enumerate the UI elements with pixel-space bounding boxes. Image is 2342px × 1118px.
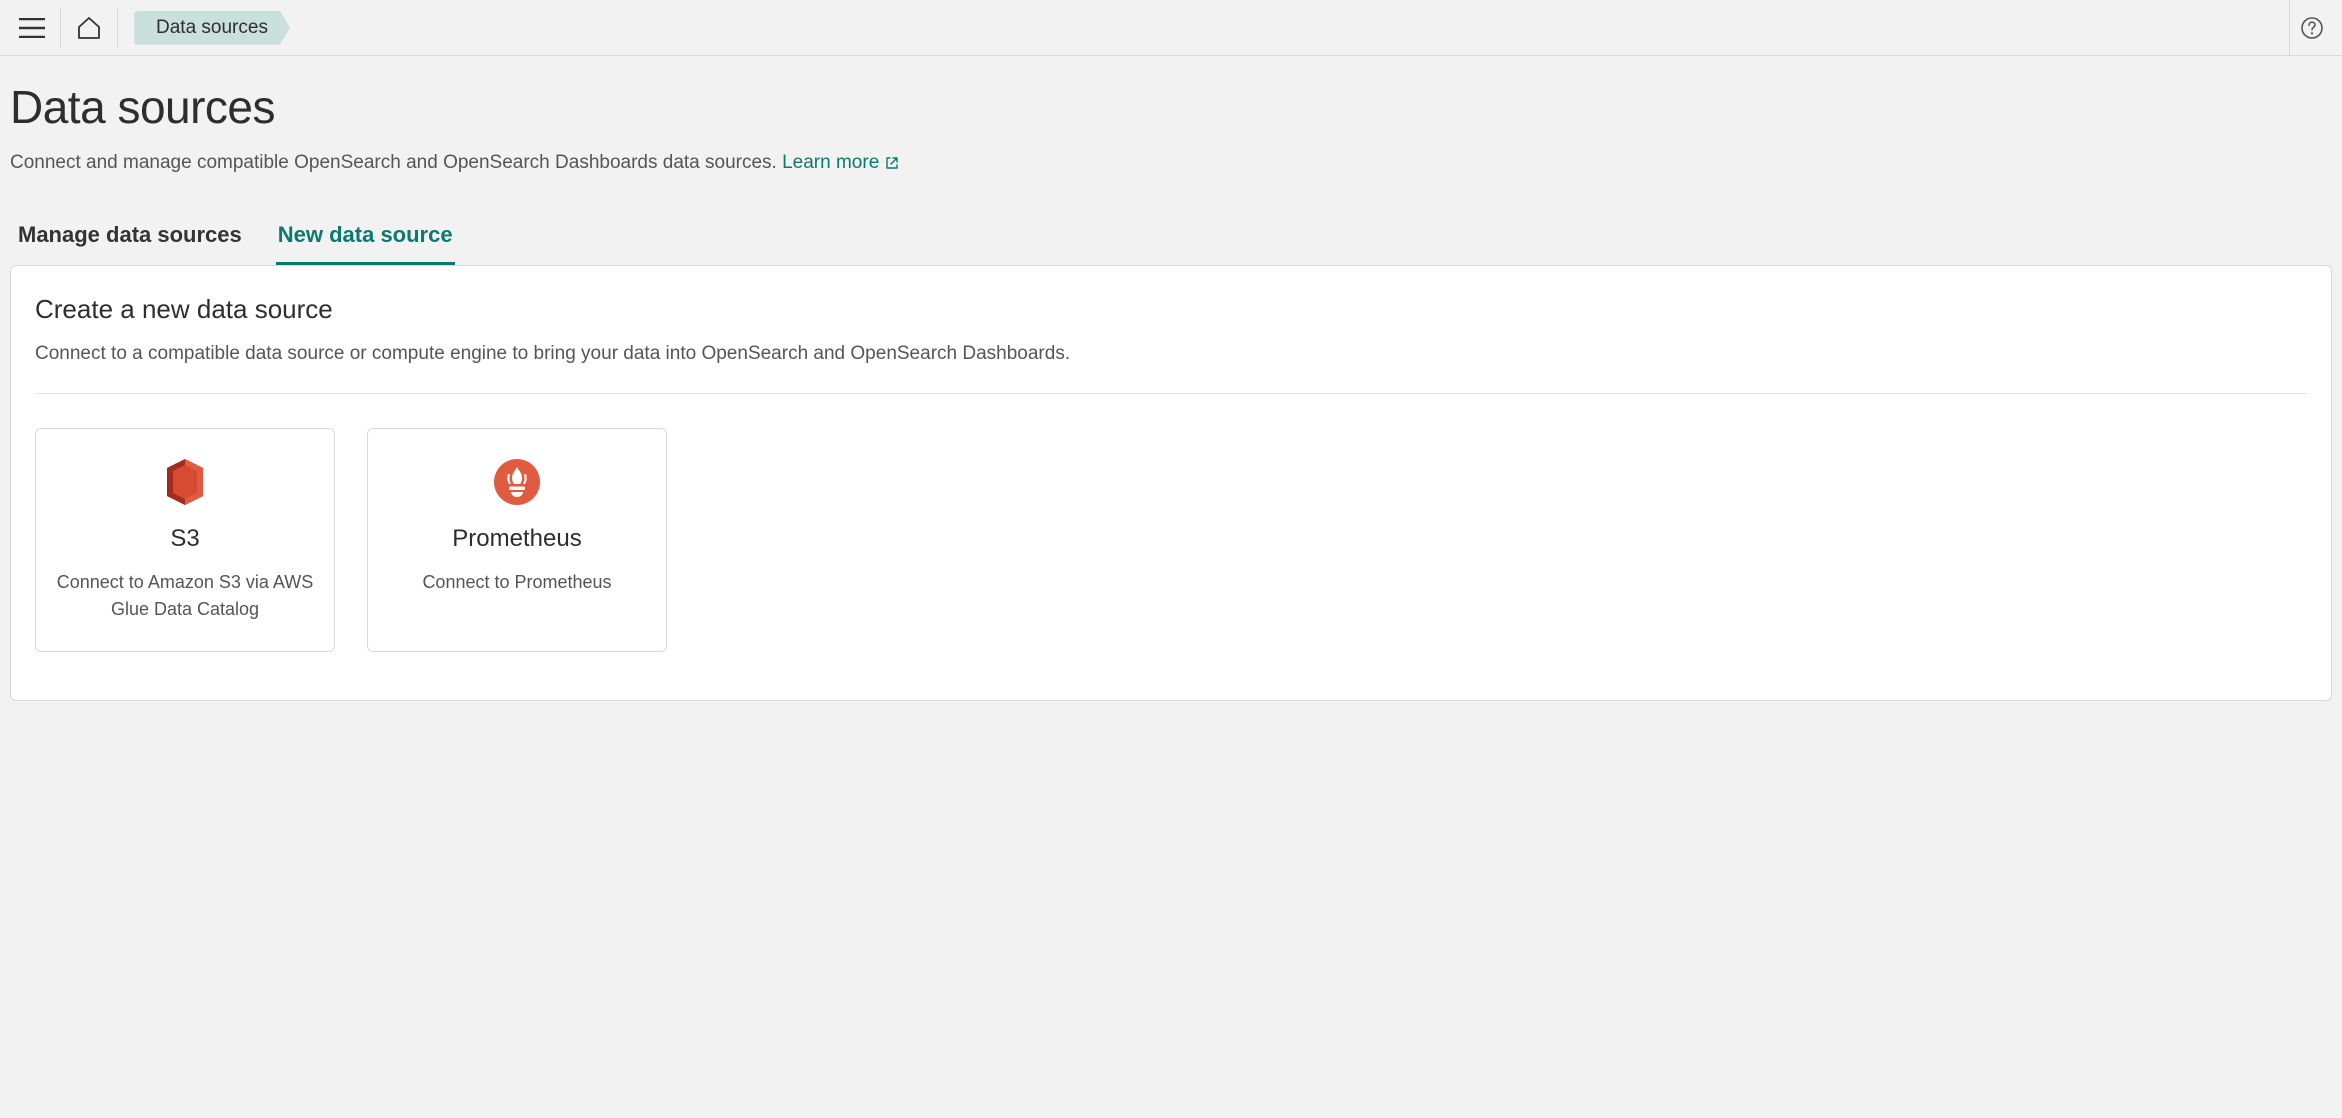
divider — [117, 8, 118, 48]
tab-new-data-source[interactable]: New data source — [276, 214, 455, 265]
page-subtitle: Connect and manage compatible OpenSearch… — [10, 152, 2332, 174]
menu-button[interactable] — [8, 4, 56, 52]
home-icon — [77, 17, 101, 39]
external-link-icon — [885, 156, 899, 170]
breadcrumb-current[interactable]: Data sources — [134, 11, 290, 45]
learn-more-text: Learn more — [782, 152, 879, 174]
s3-icon — [56, 457, 314, 507]
card-desc: Connect to Amazon S3 via AWS Glue Data C… — [56, 569, 314, 623]
panel-divider — [35, 393, 2307, 394]
topbar-right — [2285, 0, 2334, 55]
card-prometheus[interactable]: Prometheus Connect to Prometheus — [367, 428, 667, 652]
page-body: Data sources Connect and manage compatib… — [0, 56, 2342, 741]
card-title: S3 — [56, 525, 314, 553]
learn-more-link[interactable]: Learn more — [782, 152, 899, 174]
tab-manage-data-sources[interactable]: Manage data sources — [16, 214, 244, 265]
create-panel: Create a new data source Connect to a co… — [10, 265, 2332, 701]
help-button[interactable] — [2290, 4, 2334, 52]
card-title: Prometheus — [388, 525, 646, 553]
divider — [60, 8, 61, 48]
tabs: Manage data sources New data source — [10, 214, 2332, 265]
card-s3[interactable]: S3 Connect to Amazon S3 via AWS Glue Dat… — [35, 428, 335, 652]
cards-row: S3 Connect to Amazon S3 via AWS Glue Dat… — [35, 428, 2307, 652]
panel-subtitle: Connect to a compatible data source or c… — [35, 343, 2307, 365]
page-subtitle-text: Connect and manage compatible OpenSearch… — [10, 152, 782, 173]
topbar: Data sources — [0, 0, 2342, 56]
page-title: Data sources — [10, 80, 2332, 134]
card-desc: Connect to Prometheus — [388, 569, 646, 596]
help-icon — [2301, 17, 2323, 39]
home-button[interactable] — [65, 4, 113, 52]
topbar-left: Data sources — [8, 0, 290, 55]
panel-title: Create a new data source — [35, 294, 2307, 325]
prometheus-icon — [388, 457, 646, 507]
hamburger-icon — [19, 18, 45, 38]
